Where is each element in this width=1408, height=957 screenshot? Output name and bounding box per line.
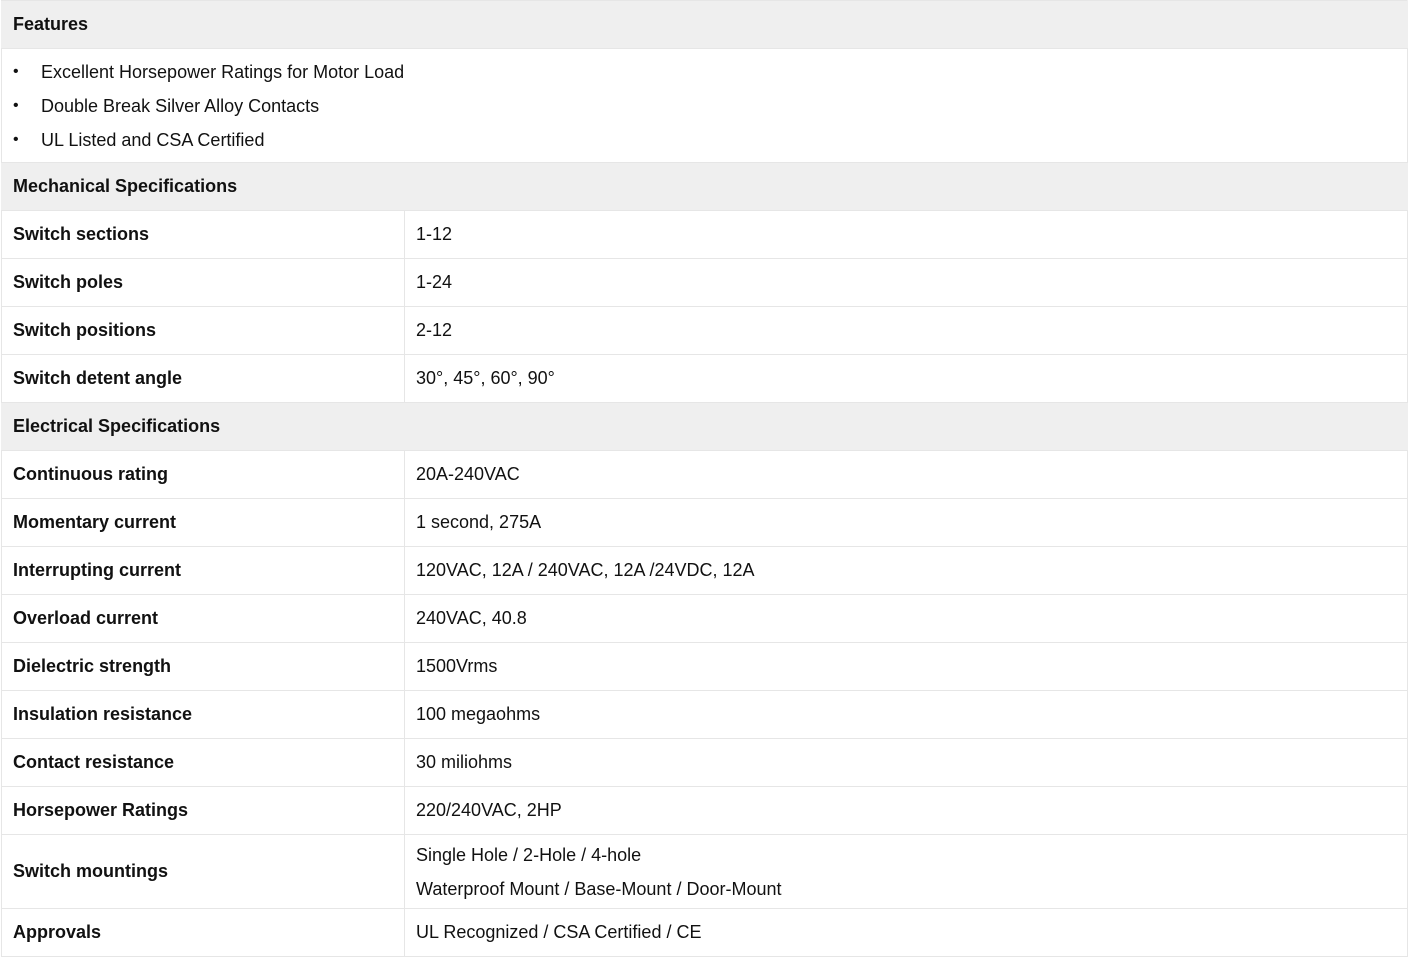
list-item: • Double Break Silver Alloy Contacts [2,89,1407,123]
table-row: Momentary current 1 second, 275A [1,498,1408,547]
features-title: Features [0,0,1408,49]
spec-label: Switch positions [1,306,405,355]
spec-label: Interrupting current [1,546,405,595]
table-row: Interrupting current 120VAC, 12A / 240VA… [1,546,1408,595]
electrical-header-row: Electrical Specifications [0,402,1408,451]
spec-value: 1-24 [403,258,1408,307]
feature-text: Double Break Silver Alloy Contacts [41,95,320,116]
spec-value: 2-12 [403,306,1408,355]
table-row: Switch detent angle 30°, 45°, 60°, 90° [1,354,1408,403]
bullet-icon: • [13,97,19,114]
table-row: Contact resistance 30 miliohms [1,738,1408,787]
table-row: Switch sections 1-12 [1,210,1408,259]
spec-label: Switch mountings [1,834,405,909]
spec-value: 100 megaohms [403,690,1408,739]
table-row: Continuous rating 20A-240VAC [1,450,1408,499]
spec-value: 1500Vrms [403,642,1408,691]
table-row: Insulation resistance 100 megaohms [1,690,1408,739]
mechanical-header-row: Mechanical Specifications [0,162,1408,211]
table-row: Switch mountings Single Hole / 2-Hole / … [1,834,1408,909]
spec-value: 20A-240VAC [403,450,1408,499]
table-row: Horsepower Ratings 220/240VAC, 2HP [1,786,1408,835]
spec-label: Dielectric strength [1,642,405,691]
spec-value: 30 miliohms [403,738,1408,787]
mechanical-title: Mechanical Specifications [0,162,1408,211]
spec-label: Contact resistance [1,738,405,787]
spec-label: Horsepower Ratings [1,786,405,835]
table-row: Overload current 240VAC, 40.8 [1,594,1408,643]
table-row: Dielectric strength 1500Vrms [1,642,1408,691]
spec-value: 220/240VAC, 2HP [403,786,1408,835]
feature-text: UL Listed and CSA Certified [41,129,265,150]
features-list: • Excellent Horsepower Ratings for Motor… [2,49,1407,162]
specifications-table: Features • Excellent Horsepower Ratings … [0,0,1408,957]
spec-value: UL Recognized / CSA Certified / CE [403,908,1408,957]
spec-label: Switch poles [1,258,405,307]
spec-label: Overload current [1,594,405,643]
spec-value: Single Hole / 2-Hole / 4-hole Waterproof… [403,834,1408,909]
spec-value: 30°, 45°, 60°, 90° [403,354,1408,403]
spec-value: 1 second, 275A [403,498,1408,547]
table-row: Switch positions 2-12 [1,306,1408,355]
features-row: • Excellent Horsepower Ratings for Motor… [0,48,1408,163]
spec-label: Approvals [1,908,405,957]
spec-value: 120VAC, 12A / 240VAC, 12A /24VDC, 12A [403,546,1408,595]
spec-value-line: Waterproof Mount / Base-Mount / Door-Mou… [416,878,782,899]
spec-label: Switch sections [1,210,405,259]
spec-label: Switch detent angle [1,354,405,403]
features-header-row: Features [0,0,1408,49]
spec-value: 240VAC, 40.8 [403,594,1408,643]
spec-value-line: Single Hole / 2-Hole / 4-hole [416,844,642,865]
feature-text: Excellent Horsepower Ratings for Motor L… [41,61,405,82]
spec-label: Continuous rating [1,450,405,499]
spec-label: Insulation resistance [1,690,405,739]
electrical-title: Electrical Specifications [0,402,1408,451]
list-item: • UL Listed and CSA Certified [2,123,1407,157]
spec-label: Momentary current [1,498,405,547]
bullet-icon: • [13,63,19,80]
bullet-icon: • [13,131,19,148]
table-row: Approvals UL Recognized / CSA Certified … [1,908,1408,957]
spec-value: 1-12 [403,210,1408,259]
list-item: • Excellent Horsepower Ratings for Motor… [2,55,1407,89]
table-row: Switch poles 1-24 [1,258,1408,307]
